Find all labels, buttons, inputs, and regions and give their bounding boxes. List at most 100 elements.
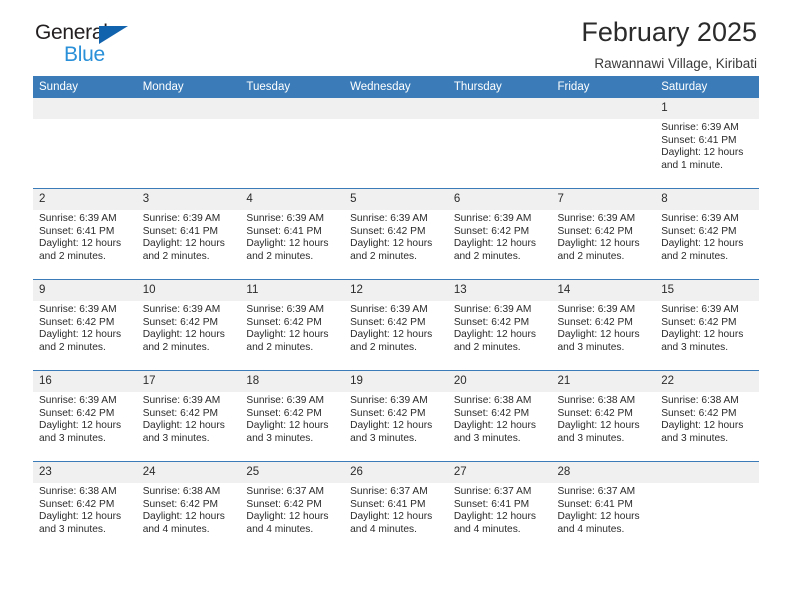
calendar-day-cell[interactable]: 5 Sunrise: 6:39 AM Sunset: 6:42 PM Daylight… bbox=[344, 188, 448, 280]
calendar-day-cell[interactable]: 26 Sunrise: 6:37 AM Sunset: 6:41 PM Dayligh… bbox=[344, 461, 448, 552]
daylight-duration-line2: and 3 minutes. bbox=[661, 432, 729, 444]
sunset-time: Sunset: 6:41 PM bbox=[39, 225, 115, 237]
daylight-duration-line1: Daylight: 12 hours bbox=[246, 329, 329, 341]
calendar-day-cell[interactable]: 3 Sunrise: 6:39 AM Sunset: 6:41 PM Daylight… bbox=[136, 188, 241, 280]
day-number: 2 bbox=[33, 189, 137, 210]
daylight-duration-line2: and 4 minutes. bbox=[453, 523, 521, 535]
day-number: 8 bbox=[655, 189, 759, 210]
calendar-day-cell[interactable]: 13 Sunrise: 6:39 AM Sunset: 6:42 PM Dayligh… bbox=[447, 279, 552, 371]
sunset-time: Sunset: 6:42 PM bbox=[39, 316, 115, 328]
day-details: Sunrise: 6:38 AM Sunset: 6:42 PM Daylight:… bbox=[448, 392, 552, 445]
weekday-header-wednesday: Wednesday bbox=[344, 76, 448, 98]
daylight-duration-line2: and 2 minutes. bbox=[142, 250, 210, 262]
calendar-day-cell[interactable]: 7 Sunrise: 6:39 AM Sunset: 6:42 PM Daylight… bbox=[551, 188, 656, 280]
daylight-duration-line1: Daylight: 12 hours bbox=[350, 511, 433, 523]
calendar-header-row: Sunday Monday Tuesday Wednesday Thursday… bbox=[33, 76, 759, 98]
day-number: 12 bbox=[344, 280, 448, 301]
daylight-duration-line1: Daylight: 12 hours bbox=[350, 420, 433, 432]
calendar-day-cell[interactable]: 25 Sunrise: 6:37 AM Sunset: 6:42 PM Dayligh… bbox=[240, 461, 345, 552]
calendar-day-cell[interactable]: 21 Sunrise: 6:38 AM Sunset: 6:42 PM Dayligh… bbox=[551, 370, 656, 462]
day-number bbox=[655, 462, 759, 483]
day-number: 26 bbox=[344, 462, 448, 483]
calendar-day-cell[interactable]: 11 Sunrise: 6:39 AM Sunset: 6:42 PM Dayligh… bbox=[240, 279, 345, 371]
daylight-duration-line1: Daylight: 12 hours bbox=[661, 238, 744, 250]
sunrise-time: Sunrise: 6:39 AM bbox=[350, 395, 428, 406]
calendar-day-cell[interactable]: 20 Sunrise: 6:38 AM Sunset: 6:42 PM Dayligh… bbox=[447, 370, 552, 462]
daylight-duration-line2: and 2 minutes. bbox=[246, 341, 314, 353]
daylight-duration-line2: and 2 minutes. bbox=[246, 250, 314, 262]
day-number: 15 bbox=[655, 280, 759, 301]
weekday-header-tuesday: Tuesday bbox=[240, 76, 345, 98]
logo-triangle-icon bbox=[99, 26, 128, 44]
sunrise-time: Sunrise: 6:39 AM bbox=[39, 395, 117, 406]
calendar-day-cell[interactable]: 8 Sunrise: 6:39 AM Sunset: 6:42 PM Daylight… bbox=[655, 188, 759, 280]
daylight-duration-line1: Daylight: 12 hours bbox=[142, 238, 225, 250]
calendar-day-cell[interactable]: 9 Sunrise: 6:39 AM Sunset: 6:42 PM Daylight… bbox=[33, 279, 137, 371]
daylight-duration-line1: Daylight: 12 hours bbox=[142, 511, 225, 523]
daylight-duration-line2: and 2 minutes. bbox=[557, 250, 625, 262]
sunset-time: Sunset: 6:42 PM bbox=[350, 407, 426, 419]
day-details: Sunrise: 6:39 AM Sunset: 6:41 PM Daylight:… bbox=[33, 210, 137, 263]
calendar-day-cell[interactable]: 28 Sunrise: 6:37 AM Sunset: 6:41 PM Dayligh… bbox=[551, 461, 656, 552]
calendar-day-cell[interactable]: 19 Sunrise: 6:39 AM Sunset: 6:42 PM Dayligh… bbox=[344, 370, 448, 462]
sunset-time: Sunset: 6:42 PM bbox=[557, 316, 633, 328]
day-number: 21 bbox=[551, 371, 656, 392]
generalblue-logo: General Blue bbox=[35, 22, 155, 68]
calendar-day-cell[interactable]: 1 Sunrise: 6:39 AM Sunset: 6:41 PM Daylight… bbox=[655, 98, 759, 189]
calendar-day-cell[interactable]: 27 Sunrise: 6:37 AM Sunset: 6:41 PM Dayligh… bbox=[447, 461, 552, 552]
sunset-time: Sunset: 6:42 PM bbox=[246, 407, 322, 419]
daylight-duration-line2: and 2 minutes. bbox=[661, 250, 729, 262]
day-number: 28 bbox=[551, 462, 656, 483]
daylight-duration-line2: and 3 minutes. bbox=[142, 432, 210, 444]
daylight-duration-line2: and 2 minutes. bbox=[142, 341, 210, 353]
day-number bbox=[240, 98, 345, 119]
calendar-day-cell[interactable]: 6 Sunrise: 6:39 AM Sunset: 6:42 PM Daylight… bbox=[447, 188, 552, 280]
daylight-duration-line2: and 3 minutes. bbox=[39, 523, 106, 535]
calendar-day-cell[interactable]: 17 Sunrise: 6:39 AM Sunset: 6:42 PM Dayligh… bbox=[136, 370, 241, 462]
sunset-time: Sunset: 6:42 PM bbox=[142, 407, 219, 419]
daylight-duration-line2: and 3 minutes. bbox=[557, 341, 625, 353]
day-number: 19 bbox=[344, 371, 448, 392]
calendar-day-cell[interactable]: 15 Sunrise: 6:39 AM Sunset: 6:42 PM Dayligh… bbox=[655, 279, 759, 371]
calendar-empty-cell bbox=[344, 98, 448, 189]
sunrise-time: Sunrise: 6:39 AM bbox=[246, 395, 324, 406]
day-details: Sunrise: 6:39 AM Sunset: 6:42 PM Daylight:… bbox=[240, 392, 344, 445]
calendar-day-cell[interactable]: 14 Sunrise: 6:39 AM Sunset: 6:42 PM Dayligh… bbox=[551, 279, 656, 371]
day-number: 18 bbox=[240, 371, 345, 392]
sunrise-time: Sunrise: 6:39 AM bbox=[661, 304, 739, 315]
calendar-day-cell[interactable]: 4 Sunrise: 6:39 AM Sunset: 6:41 PM Daylight… bbox=[240, 188, 345, 280]
day-details: Sunrise: 6:39 AM Sunset: 6:41 PM Daylight:… bbox=[240, 210, 344, 263]
sunset-time: Sunset: 6:41 PM bbox=[246, 225, 322, 237]
day-number: 11 bbox=[240, 280, 345, 301]
calendar-day-cell[interactable]: 10 Sunrise: 6:39 AM Sunset: 6:42 PM Dayligh… bbox=[136, 279, 241, 371]
calendar-day-cell[interactable]: 23 Sunrise: 6:38 AM Sunset: 6:42 PM Dayligh… bbox=[33, 461, 137, 552]
calendar-day-cell[interactable]: 24 Sunrise: 6:38 AM Sunset: 6:42 PM Dayligh… bbox=[136, 461, 241, 552]
sunset-time: Sunset: 6:42 PM bbox=[39, 407, 115, 419]
calendar-empty-cell bbox=[655, 461, 759, 552]
calendar-day-cell[interactable]: 22 Sunrise: 6:38 AM Sunset: 6:42 PM Dayligh… bbox=[655, 370, 759, 462]
day-number: 5 bbox=[344, 189, 448, 210]
sunrise-time: Sunrise: 6:39 AM bbox=[661, 213, 739, 224]
calendar-day-cell[interactable]: 12 Sunrise: 6:39 AM Sunset: 6:42 PM Dayligh… bbox=[344, 279, 448, 371]
calendar-day-cell[interactable]: 18 Sunrise: 6:39 AM Sunset: 6:42 PM Dayligh… bbox=[240, 370, 345, 462]
day-number bbox=[447, 98, 552, 119]
day-details: Sunrise: 6:37 AM Sunset: 6:41 PM Daylight:… bbox=[344, 483, 448, 536]
calendar-day-cell[interactable]: 2 Sunrise: 6:39 AM Sunset: 6:41 PM Daylight… bbox=[33, 188, 137, 280]
day-number: 3 bbox=[136, 189, 241, 210]
day-details: Sunrise: 6:38 AM Sunset: 6:42 PM Daylight:… bbox=[33, 483, 137, 536]
sunset-time: Sunset: 6:42 PM bbox=[453, 407, 530, 419]
day-number: 9 bbox=[33, 280, 137, 301]
sunset-time: Sunset: 6:42 PM bbox=[557, 407, 633, 419]
daylight-duration-line1: Daylight: 12 hours bbox=[142, 420, 225, 432]
day-number: 13 bbox=[447, 280, 552, 301]
sunrise-time: Sunrise: 6:39 AM bbox=[142, 304, 221, 315]
calendar-day-cell[interactable]: 16 Sunrise: 6:39 AM Sunset: 6:42 PM Dayligh… bbox=[33, 370, 137, 462]
day-number: 10 bbox=[136, 280, 241, 301]
calendar-table: Sunday Monday Tuesday Wednesday Thursday… bbox=[33, 76, 759, 552]
sunset-time: Sunset: 6:42 PM bbox=[661, 225, 737, 237]
sunset-time: Sunset: 6:42 PM bbox=[246, 498, 322, 510]
page-title: February 2025 bbox=[581, 17, 757, 47]
daylight-duration-line2: and 3 minutes. bbox=[350, 432, 417, 444]
day-number: 25 bbox=[240, 462, 345, 483]
sunrise-time: Sunrise: 6:37 AM bbox=[557, 486, 636, 497]
